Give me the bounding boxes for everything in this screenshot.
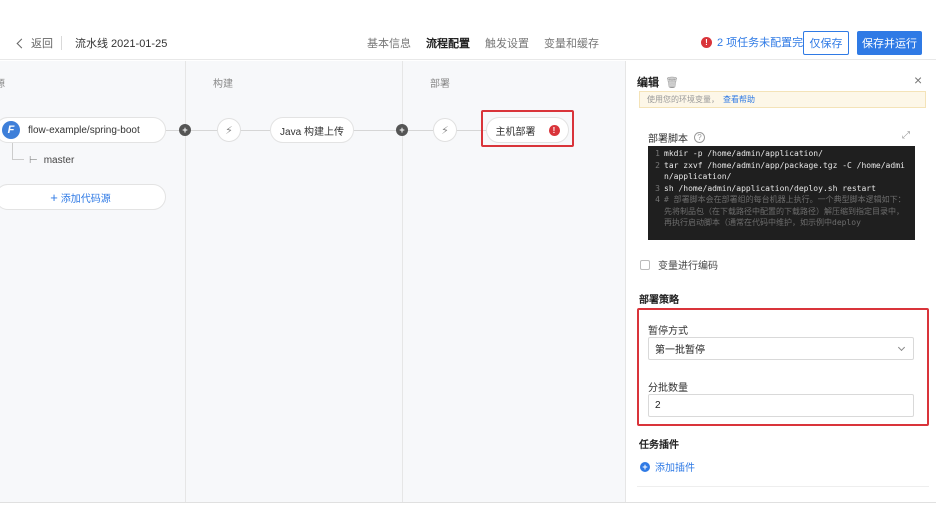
add-stage-icon[interactable]: + xyxy=(179,124,191,136)
lightning-icon[interactable]: ⚡ xyxy=(217,118,241,142)
lightning-icon[interactable]: ⚡ xyxy=(433,118,457,142)
save-and-run-button[interactable]: 保存并运行 xyxy=(857,31,922,55)
pipeline-name: 流水线 2021-01-25 xyxy=(75,38,168,50)
divider xyxy=(61,36,62,50)
code-text: tar zxvf /home/admin/app/package.tgz -C … xyxy=(664,160,905,182)
batch-count-label: 分批数量 xyxy=(648,383,688,394)
chevron-left-icon xyxy=(16,38,27,48)
line-number: 4 xyxy=(655,195,660,204)
help-icon[interactable]: ? xyxy=(694,132,705,143)
deploy-script-editor[interactable]: 1 mkdir -p /home/admin/application/ 2 ta… xyxy=(648,146,915,240)
code-comment: # 部署脚本会在部署组的每台机器上执行。一个典型脚本逻辑如下：先将制品包（在下载… xyxy=(664,195,906,227)
column-header-source: 源 xyxy=(0,75,5,90)
add-stage-icon[interactable]: + xyxy=(396,124,408,136)
script-label-row: 部署脚本 ? xyxy=(648,130,705,145)
code-line: 3 sh /home/admin/application/deploy.sh r… xyxy=(648,183,915,195)
close-icon[interactable]: × xyxy=(914,73,922,87)
pause-mode-value: 第一批暂停 xyxy=(655,345,705,356)
trash-icon[interactable]: 🗑 xyxy=(665,76,679,89)
add-plugin-button[interactable]: + 添加插件 xyxy=(640,459,695,474)
column-header-deploy: 部署 xyxy=(430,79,450,90)
flow-logo-icon: F xyxy=(2,121,20,139)
divider xyxy=(637,486,929,487)
top-bar: 返回 流水线 2021-01-25 基本信息 流程配置 触发设置 变量和缓存 !… xyxy=(0,0,936,60)
source-repo-card[interactable]: F flow-example/spring-boot xyxy=(0,117,166,143)
warning-icon: ! xyxy=(701,36,712,48)
tab-basic-info[interactable]: 基本信息 xyxy=(367,35,411,51)
line-number: 3 xyxy=(655,183,660,193)
connector-line xyxy=(353,130,486,131)
source-branch: ⊢ master xyxy=(29,155,74,166)
help-link[interactable]: 查看帮助 xyxy=(723,94,755,105)
tree-connector xyxy=(12,143,24,160)
edit-panel: 编辑 🗑 × 使用您的环境变量， 查看帮助 部署脚本 ? ⤢ 1 mkdir -… xyxy=(625,61,936,502)
add-source-label: 添加代码源 xyxy=(60,193,111,205)
plus-icon: + xyxy=(50,189,58,205)
unconfigured-tasks-warning[interactable]: ! 2 项任务未配置完 xyxy=(701,34,803,50)
tab-bar: 基本信息 流程配置 触发设置 变量和缓存 xyxy=(367,35,614,51)
script-label: 部署脚本 xyxy=(648,134,688,145)
code-line: 2 tar zxvf /home/admin/app/package.tgz -… xyxy=(648,160,915,183)
job-host-deploy-label: 主机部署 xyxy=(495,126,536,138)
expand-icon[interactable]: ⤢ xyxy=(902,130,910,141)
encode-variables-checkbox[interactable] xyxy=(640,259,650,270)
pipeline-canvas: 源 构建 部署 F flow-example/spring-boot ⊢ mas… xyxy=(0,61,625,502)
panel-title: 编辑 xyxy=(637,77,659,89)
column-header-build: 构建 xyxy=(213,79,233,90)
source-repo-name: flow-example/spring-boot xyxy=(28,124,140,136)
strategy-section-title: 部署策略 xyxy=(639,295,679,306)
encode-variables-option[interactable]: 变量进行编码 xyxy=(640,257,718,272)
tab-flow-config[interactable]: 流程配置 xyxy=(426,35,470,51)
line-number: 1 xyxy=(655,149,660,158)
back-button[interactable]: 返回 xyxy=(16,35,53,51)
back-label: 返回 xyxy=(31,38,53,50)
plugin-section-title: 任务插件 xyxy=(639,440,679,451)
line-number: 2 xyxy=(655,160,660,170)
branch-name: master xyxy=(43,155,75,166)
job-host-deploy[interactable]: 主机部署 ! xyxy=(486,117,569,143)
add-source-button[interactable]: + 添加代码源 xyxy=(0,184,166,210)
warning-text: 2 项任务未配置完 xyxy=(717,37,804,49)
add-plugin-label: 添加插件 xyxy=(655,463,695,474)
save-button[interactable]: 仅保存 xyxy=(803,31,849,55)
code-line: 1 mkdir -p /home/admin/application/ xyxy=(648,148,915,160)
tab-trigger-settings[interactable]: 触发设置 xyxy=(485,35,529,51)
pause-mode-select[interactable]: 第一批暂停 xyxy=(648,337,914,360)
bottom-edge xyxy=(0,502,936,528)
batch-count-input[interactable]: 2 xyxy=(648,394,914,417)
code-text: mkdir -p /home/admin/application/ xyxy=(664,149,823,158)
tip-banner: 使用您的环境变量， 查看帮助 xyxy=(639,91,926,108)
code-text: sh /home/admin/application/deploy.sh res… xyxy=(664,183,876,193)
code-line: 4 # 部署脚本会在部署组的每台机器上执行。一个典型脚本逻辑如下：先将制品包（在… xyxy=(648,194,915,229)
pause-mode-label: 暂停方式 xyxy=(648,326,688,337)
panel-header: 编辑 🗑 xyxy=(637,74,679,90)
tab-variables-cache[interactable]: 变量和缓存 xyxy=(544,35,599,51)
plus-circle-icon: + xyxy=(640,461,650,472)
encode-variables-label: 变量进行编码 xyxy=(658,261,718,272)
chevron-down-icon xyxy=(897,343,906,352)
tip-text: 使用您的环境变量， xyxy=(647,95,719,104)
branch-icon: ⊢ xyxy=(29,155,38,166)
error-icon: ! xyxy=(548,124,560,136)
job-java-build[interactable]: Java 构建上传 xyxy=(270,117,354,143)
